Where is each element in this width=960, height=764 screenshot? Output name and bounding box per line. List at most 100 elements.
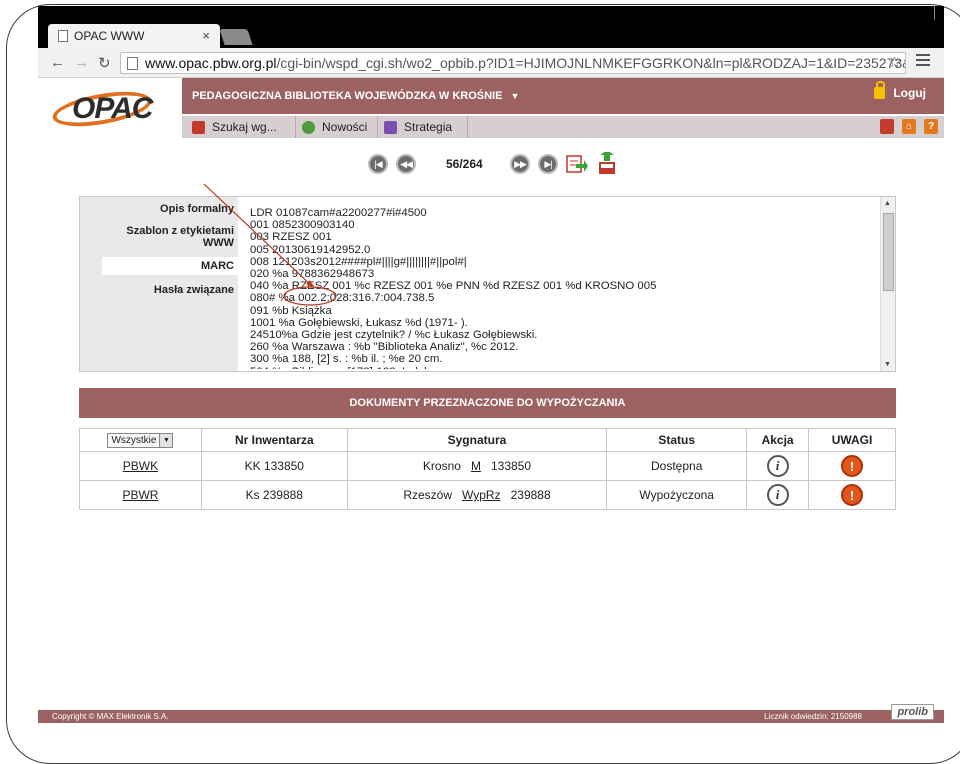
filter-header: Wszystkie ▼: [79, 428, 202, 452]
menu-new[interactable]: Nowości: [296, 116, 378, 138]
browser-window: OPAC WWW × ← → ↻ www.opac.pbw.org.pl/cgi…: [38, 6, 944, 723]
login-button[interactable]: Loguj: [874, 81, 926, 100]
record-scrollbar[interactable]: ▲ ▼: [880, 197, 895, 371]
menu-strategy-label: Strategia: [404, 120, 453, 134]
signature-code-link[interactable]: WypRz: [462, 488, 501, 502]
record-pager: |◀ ◀◀ 56/264 ▶▶ ▶|: [368, 150, 628, 178]
forward-arrow-icon[interactable]: →: [74, 54, 89, 71]
login-label: Loguj: [893, 86, 926, 100]
page-icon: [127, 57, 138, 70]
page-footer: Copyright © MAX Elektronik S.A. Licznik …: [38, 704, 944, 723]
signature-place: Krosno: [422, 459, 461, 473]
browser-toolbar: ← → ↻ www.opac.pbw.org.pl/cgi-bin/wspd_c…: [38, 48, 944, 78]
window-control[interactable]: [934, 6, 944, 20]
status-cell: Dostępna: [606, 451, 748, 481]
info-icon[interactable]: i: [766, 455, 789, 477]
dropdown-caret-icon[interactable]: ▼: [510, 91, 519, 101]
warning-icon[interactable]: !: [841, 455, 864, 477]
tab-formal-description[interactable]: Opis formalny: [160, 203, 234, 215]
new-tab-button[interactable]: [219, 29, 253, 45]
action-cell: i: [746, 480, 810, 510]
reload-icon[interactable]: ↻: [98, 54, 111, 72]
hamburger-menu-icon[interactable]: [916, 54, 930, 66]
previous-record-icon[interactable]: ◀◀: [396, 154, 416, 174]
first-record-icon[interactable]: |◀: [368, 154, 388, 174]
column-header: Akcja: [746, 428, 810, 452]
next-record-icon[interactable]: ▶▶: [510, 154, 530, 174]
column-header: UWAGI: [808, 428, 896, 452]
location-link[interactable]: PBWK: [123, 459, 158, 473]
signature-cell: Rzeszów WypRz 239888: [346, 480, 608, 510]
home-icon[interactable]: ⌂: [902, 119, 916, 134]
lock-icon: [874, 81, 886, 99]
table-row: PBWR Ks 239888 Rzeszów WypRz 239888 Wypo…: [79, 480, 896, 510]
help-icon[interactable]: ?: [924, 119, 938, 134]
library-title-bar: PEDAGOGICZNA BIBLIOTEKA WOJEWÓDZKA W KRO…: [182, 78, 944, 114]
scroll-up-icon[interactable]: ▲: [884, 200, 891, 207]
warning-icon[interactable]: !: [841, 484, 864, 506]
menu-bar: Szukaj wg... Nowości Strategia ⌂ ?: [182, 116, 944, 138]
table-header-row: Wszystkie ▼ Nr Inwentarza Sygnatura Stat…: [79, 428, 896, 452]
signature-code-link[interactable]: M: [471, 459, 481, 473]
back-arrow-icon[interactable]: ←: [50, 54, 65, 71]
signature-cell: Krosno M 133850: [346, 451, 608, 481]
prolib-logo[interactable]: prolib: [891, 704, 934, 720]
basket-icon[interactable]: [880, 119, 894, 134]
scroll-down-icon[interactable]: ▼: [884, 361, 891, 368]
location-link[interactable]: PBWR: [122, 488, 158, 502]
remarks-cell: !: [808, 451, 896, 481]
remarks-cell: !: [808, 480, 896, 510]
toolbar-icons: ⌂ ?: [880, 119, 938, 134]
column-header: Sygnatura: [346, 428, 608, 452]
status-cell: Wypożyczona: [606, 480, 748, 510]
column-header: Nr Inwentarza: [200, 428, 348, 452]
record-panel: Opis formalny Szablon z etykietami WWW M…: [79, 196, 896, 372]
close-tab-icon[interactable]: ×: [202, 28, 210, 43]
signature-number: 239888: [510, 488, 551, 502]
document-icon: [58, 30, 68, 42]
tab-template-labels[interactable]: Szablon z etykietami WWW: [104, 225, 234, 249]
menu-search-label: Szukaj wg...: [212, 120, 277, 134]
library-name[interactable]: PEDAGOGICZNA BIBLIOTEKA WOJEWÓDZKA W KRO…: [192, 90, 502, 102]
inventory-cell: Ks 239888: [200, 480, 348, 510]
menu-new-label: Nowości: [322, 120, 368, 134]
url-host: www.opac.pbw.org.pl: [145, 55, 277, 71]
signature-place: Rzeszów: [403, 488, 452, 502]
last-record-icon[interactable]: ▶|: [538, 154, 558, 174]
documents-table: Wszystkie ▼ Nr Inwentarza Sygnatura Stat…: [79, 428, 896, 510]
record-counter: 56/264: [446, 157, 483, 171]
signature-number: 133850: [490, 459, 532, 473]
browser-tab[interactable]: OPAC WWW ×: [48, 24, 220, 48]
add-to-basket-icon[interactable]: [596, 150, 618, 176]
opac-logo[interactable]: OPAC: [50, 84, 162, 133]
table-row: PBWK KK 133850 Krosno M 133850 Dostępna …: [79, 451, 896, 481]
documents-header: DOKUMENTY PRZEZNACZONE DO WYPOŻYCZANIA: [79, 388, 896, 418]
menu-strategy[interactable]: Strategia: [378, 116, 468, 138]
info-icon[interactable]: i: [766, 484, 789, 506]
url-path: /cgi-bin/wspd_cgi.sh/wo2_opbib.p?ID1=HJI…: [276, 55, 906, 71]
tab-related-headings[interactable]: Hasła związane: [154, 284, 234, 296]
record-view-tabs: Opis formalny Szablon z etykietami WWW M…: [80, 197, 238, 371]
tab-title: OPAC WWW: [74, 29, 145, 43]
web-page: OPAC PEDAGOGICZNA BIBLIOTEKA WOJEWÓDZKA …: [38, 78, 944, 723]
location-cell: PBWK: [79, 451, 202, 481]
books-icon: [384, 120, 397, 134]
tab-strip: OPAC WWW ×: [38, 6, 944, 48]
scrollbar-thumb[interactable]: [883, 213, 894, 291]
tab-marc[interactable]: MARC: [102, 257, 238, 275]
action-cell: i: [746, 451, 810, 481]
bookmark-star-icon[interactable]: ☆: [888, 53, 901, 71]
column-header: Status: [606, 428, 748, 452]
marc-record-text: LDR 01087cam#a2200277#i#4500 001 0852300…: [250, 207, 657, 369]
opac-header: OPAC PEDAGOGICZNA BIBLIOTEKA WOJEWÓDZKA …: [38, 78, 944, 138]
export-record-icon[interactable]: [566, 152, 588, 176]
copyright-text: Copyright © MAX Elektronik S.A.: [52, 712, 169, 721]
magnifier-icon: [302, 120, 315, 134]
visit-counter: Licznik odwiedzin: 2150988: [764, 712, 862, 721]
address-bar[interactable]: www.opac.pbw.org.pl/cgi-bin/wspd_cgi.sh/…: [120, 52, 906, 74]
location-filter-select[interactable]: Wszystkie ▼: [107, 433, 174, 448]
location-cell: PBWR: [79, 480, 202, 510]
search-book-icon: [192, 120, 205, 134]
logo-text: OPAC: [72, 92, 153, 125]
menu-search[interactable]: Szukaj wg...: [186, 116, 296, 138]
